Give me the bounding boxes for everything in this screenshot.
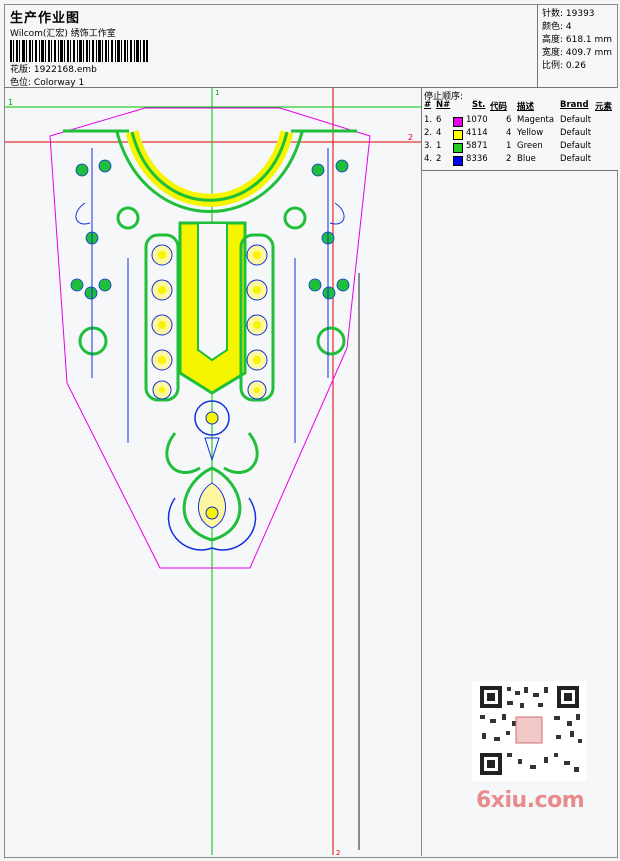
right-green-florals xyxy=(308,159,350,300)
row-stitches: 1070 xyxy=(466,115,488,125)
qr-center-logo xyxy=(515,716,543,744)
row-needle: 1 xyxy=(436,141,442,151)
stop-sequence-header: # N# St. 代码 描述 Brand 元素 xyxy=(422,100,618,113)
page-title: 生产作业图 xyxy=(10,11,81,26)
row-code: 2 xyxy=(506,154,512,164)
row-brand: Default xyxy=(560,141,592,151)
row-code: 1 xyxy=(506,141,512,151)
stop-sequence-table: 停止顺序: # N# St. 代码 描述 Brand 元素 1. 6 1070 … xyxy=(421,88,618,171)
color-count: 颜色: 4 xyxy=(542,22,572,32)
guide-label-h1: 1 xyxy=(8,98,13,107)
color-swatch-green xyxy=(453,143,463,153)
row-brand: Default xyxy=(560,115,592,125)
left-green-florals xyxy=(70,159,112,300)
colorway-value: Colorway 1 xyxy=(33,78,85,88)
colorway-label: 色位: xyxy=(10,78,32,88)
barcode-image xyxy=(10,40,148,62)
row-code: 6 xyxy=(506,115,512,125)
color-swatch-yellow xyxy=(453,130,463,140)
stop-row[interactable]: 3. 1 5871 1 Green Default xyxy=(422,141,618,154)
row-stitches: 8336 xyxy=(466,154,488,164)
col-element: 元素 xyxy=(595,102,613,112)
color-swatch-magenta xyxy=(453,117,463,127)
row-index: 4. xyxy=(424,154,433,164)
row-index: 1. xyxy=(424,115,433,125)
design-scale: 比例: 0.26 xyxy=(542,61,586,71)
row-code: 4 xyxy=(506,128,512,138)
row-needle: 2 xyxy=(436,154,442,164)
design-value: 1922168.emb xyxy=(33,65,97,75)
stop-row[interactable]: 1. 6 1070 6 Magenta Default xyxy=(422,115,618,128)
design-file-row: 花版: 1922168.emb xyxy=(10,62,97,75)
col-needle: N# xyxy=(436,100,451,110)
col-description: 描述 xyxy=(517,102,535,112)
stitch-count: 针数: 19393 xyxy=(542,9,595,19)
design-width: 宽度: 409.7 mm xyxy=(542,48,613,58)
colorway-row: 色位: Colorway 1 xyxy=(10,75,84,88)
placket-opening xyxy=(197,222,228,362)
col-code: 代码 xyxy=(490,102,508,112)
row-description: Blue xyxy=(517,154,536,164)
stop-row[interactable]: 4. 2 8336 2 Blue Default xyxy=(422,154,618,167)
col-brand: Brand xyxy=(560,100,589,110)
design-label: 花版: xyxy=(10,65,32,75)
row-description: Green xyxy=(517,141,543,151)
watermark-text: 6xiu.com xyxy=(476,788,585,813)
row-stitches: 4114 xyxy=(466,128,488,138)
stats-panel: 针数: 19393 颜色: 4 高度: 618.1 mm 宽度: 409.7 m… xyxy=(537,4,617,88)
row-brand: Default xyxy=(560,154,592,164)
col-stitches: St. xyxy=(472,100,486,110)
col-index: # xyxy=(424,100,432,110)
row-description: Yellow xyxy=(517,128,544,138)
guide-label-h2: 2 xyxy=(408,133,413,142)
row-needle: 6 xyxy=(436,115,442,125)
header-panel: 生产作业图 Wilcom(汇宏) 绣饰工作室 花版: 1922168.emb 色… xyxy=(4,4,538,88)
qr-code-image xyxy=(472,681,587,781)
embroidery-canvas[interactable]: 1 2 1 2 xyxy=(5,88,421,855)
row-brand: Default xyxy=(560,128,592,138)
row-description: Magenta xyxy=(517,115,555,125)
row-needle: 4 xyxy=(436,128,442,138)
design-height: 高度: 618.1 mm xyxy=(542,35,613,45)
company-name: Wilcom(汇宏) 绣饰工作室 xyxy=(10,29,116,39)
row-index: 3. xyxy=(424,141,433,151)
row-index: 2. xyxy=(424,128,433,138)
stop-row[interactable]: 2. 4 4114 4 Yellow Default xyxy=(422,128,618,141)
guide-label-v2: 2 xyxy=(336,849,340,855)
panel-divider xyxy=(421,170,422,856)
guide-label-v1: 1 xyxy=(215,89,219,97)
row-stitches: 5871 xyxy=(466,141,488,151)
color-swatch-blue xyxy=(453,156,463,166)
